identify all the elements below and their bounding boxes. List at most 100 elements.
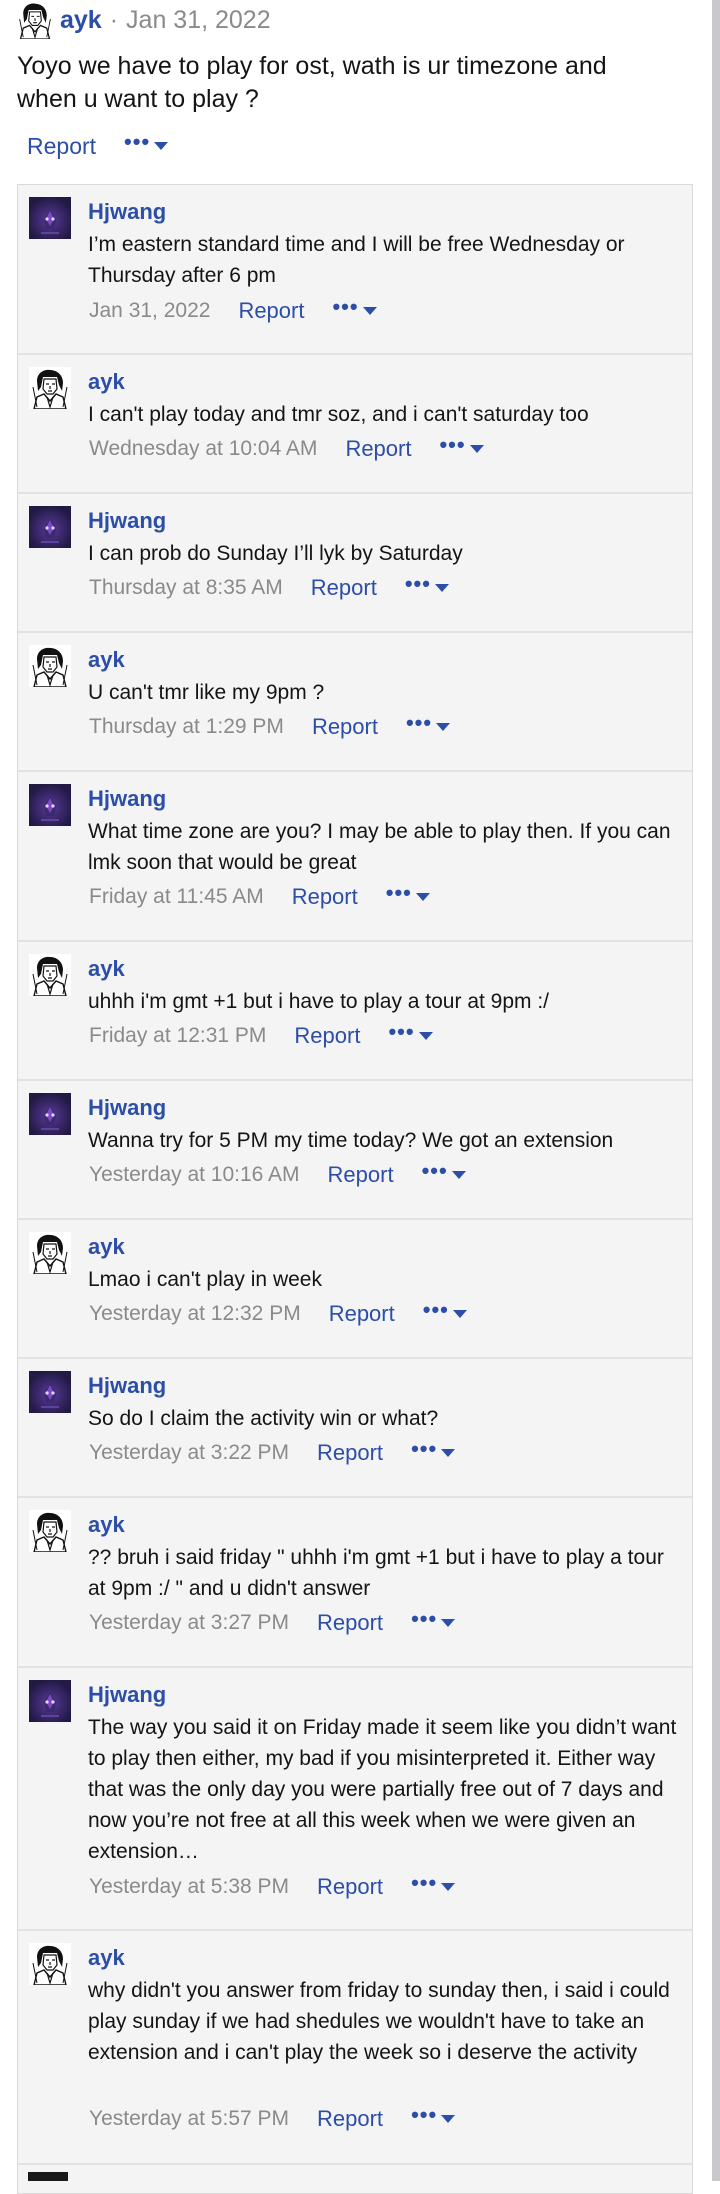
reply-text: The way you said it on Friday made it se…	[88, 1716, 677, 1863]
reply-more-menu[interactable]: •••	[405, 573, 449, 599]
hjwang-avatar-icon[interactable]	[29, 506, 71, 548]
reply-author[interactable]: ayk	[88, 1945, 125, 1971]
reply-more-menu[interactable]: •••	[386, 882, 430, 908]
reply-item: Hjwang I’m eastern standard time and I wi…	[18, 185, 692, 355]
more-dots-icon: •••	[385, 880, 412, 905]
reply-more-menu[interactable]: •••	[411, 2104, 456, 2130]
reply-author[interactable]: ayk	[88, 956, 125, 982]
reply-author[interactable]: ayk	[88, 369, 125, 395]
reply-date[interactable]: Wednesday at 10:04 AM	[89, 437, 317, 461]
reply-date[interactable]: Yesterday at 5:38 PM	[89, 1875, 289, 1899]
reply-text: What time zone are you? I may be able to…	[88, 820, 671, 874]
reply-item: ayk why didn't you answer from friday to …	[18, 1931, 692, 2165]
post-report-link[interactable]: Report	[27, 133, 96, 160]
reply-date[interactable]: Thursday at 8:35 AM	[89, 576, 283, 600]
reply-author[interactable]: Hjwang	[88, 786, 166, 812]
caret-down-icon	[362, 307, 377, 315]
reply-meta: Yesterday at 5:57 PM Report •••	[89, 2104, 456, 2134]
reply-text: So do I claim the activity win or what?	[88, 1407, 439, 1430]
reply-more-menu[interactable]: •••	[332, 296, 377, 322]
scrollbar[interactable]	[712, 0, 720, 2181]
reply-report-link[interactable]: Report	[317, 2106, 383, 2132]
more-dots-icon: •••	[411, 2102, 438, 2127]
reply-more-menu[interactable]: •••	[388, 1021, 433, 1047]
reply-date[interactable]: Thursday at 1:29 PM	[89, 715, 284, 739]
ayk-avatar-icon[interactable]	[29, 1232, 71, 1274]
reply-author[interactable]: ayk	[88, 1512, 125, 1538]
ayk-avatar-icon[interactable]	[29, 1943, 71, 1985]
caret-down-icon	[441, 1449, 456, 1457]
reply-item: Hjwang I can prob do Sunday I’ll lyk by S…	[18, 494, 692, 633]
reply-date[interactable]: Friday at 12:31 PM	[89, 1024, 266, 1048]
reply-date[interactable]: Yesterday at 5:57 PM	[89, 2107, 289, 2131]
caret-down-icon	[434, 584, 449, 592]
ayk-avatar-icon[interactable]	[29, 954, 71, 996]
reply-date[interactable]: Yesterday at 3:22 PM	[89, 1441, 289, 1465]
reply-report-link[interactable]: Report	[294, 1023, 360, 1049]
ayk-avatar-icon[interactable]	[16, 1, 54, 39]
reply-report-link[interactable]: Report	[328, 1162, 394, 1188]
ayk-avatar-icon[interactable]	[29, 367, 71, 409]
hjwang-avatar-icon[interactable]	[29, 1093, 71, 1135]
caret-down-icon	[436, 723, 451, 731]
reply-more-menu[interactable]: •••	[411, 1608, 456, 1634]
ayk-avatar-icon[interactable]	[29, 1510, 71, 1552]
ayk-avatar-icon[interactable]	[29, 645, 71, 687]
original-post: ayk · Jan 31, 2022 Yoyo we have to play …	[0, 0, 712, 164]
post-author[interactable]: ayk	[60, 6, 102, 35]
reply-report-link[interactable]: Report	[329, 1301, 395, 1327]
reply-report-link[interactable]: Report	[317, 1440, 383, 1466]
reply-date[interactable]: Yesterday at 3:27 PM	[89, 1611, 289, 1635]
reply-author[interactable]: Hjwang	[88, 1373, 166, 1399]
reply-text: U can't tmr like my 9pm ?	[88, 681, 325, 704]
reply-date[interactable]: Friday at 11:45 AM	[89, 885, 264, 909]
reply-meta: Friday at 12:31 PM Report •••	[89, 1021, 433, 1051]
reply-report-link[interactable]: Report	[311, 575, 377, 601]
hjwang-avatar-icon[interactable]	[29, 197, 71, 239]
reply-more-menu[interactable]: •••	[423, 1299, 467, 1325]
reply-author[interactable]: Hjwang	[88, 1682, 166, 1708]
post-more-menu[interactable]: •••	[124, 131, 169, 157]
reply-author[interactable]: Hjwang	[88, 508, 166, 534]
reply-more-menu[interactable]: •••	[439, 434, 484, 460]
reply-author[interactable]: Hjwang	[88, 199, 166, 225]
reply-item: Hjwang The way you said it on Friday made…	[18, 1668, 692, 1931]
reply-author[interactable]: Hjwang	[88, 1095, 166, 1121]
hjwang-avatar-icon[interactable]	[29, 1371, 71, 1413]
caret-down-icon	[469, 445, 484, 453]
hjwang-avatar-icon[interactable]	[29, 784, 71, 826]
reply-report-link[interactable]: Report	[238, 298, 304, 324]
caret-down-icon	[418, 1032, 433, 1040]
more-dots-icon: •••	[404, 571, 431, 596]
reply-meta: Thursday at 8:35 AM Report •••	[89, 573, 449, 603]
reply-item: ayk Lmao i can't play in week Yesterday at…	[18, 1220, 692, 1359]
reply-meta: Yesterday at 10:16 AM Report •••	[89, 1160, 466, 1190]
reply-item: Hjwang So do I claim the activity win or …	[18, 1359, 692, 1498]
post-date[interactable]: Jan 31, 2022	[126, 6, 271, 35]
caret-down-icon	[441, 2115, 456, 2123]
more-dots-icon: •••	[332, 294, 359, 319]
reply-report-link[interactable]: Report	[292, 884, 358, 910]
reply-more-menu[interactable]: •••	[422, 1160, 466, 1186]
reply-date[interactable]: Yesterday at 12:32 PM	[89, 1302, 301, 1326]
reply-date[interactable]: Yesterday at 10:16 AM	[89, 1163, 300, 1187]
hjwang-avatar-icon[interactable]	[29, 1680, 71, 1722]
reply-meta: Friday at 11:45 AM Report •••	[89, 882, 430, 912]
reply-more-menu[interactable]: •••	[411, 1872, 456, 1898]
reply-author[interactable]: ayk	[88, 1234, 125, 1260]
reply-item: ayk U can't tmr like my 9pm ? Thursday at …	[18, 633, 692, 772]
more-dots-icon: •••	[439, 432, 466, 457]
reply-author[interactable]: ayk	[88, 647, 125, 673]
reply-report-link[interactable]: Report	[317, 1874, 383, 1900]
caret-down-icon	[415, 893, 430, 901]
more-dots-icon: •••	[124, 129, 151, 154]
reply-text: I can prob do Sunday I’ll lyk by Saturda…	[88, 542, 463, 565]
reply-more-menu[interactable]: •••	[406, 712, 451, 738]
post-header: ayk · Jan 31, 2022	[0, 0, 712, 40]
reply-report-link[interactable]: Report	[312, 714, 378, 740]
reply-date[interactable]: Jan 31, 2022	[89, 299, 210, 323]
reply-report-link[interactable]: Report	[345, 436, 411, 462]
reply-report-link[interactable]: Report	[317, 1610, 383, 1636]
reply-more-menu[interactable]: •••	[411, 1438, 456, 1464]
post-separator: ·	[109, 5, 119, 34]
